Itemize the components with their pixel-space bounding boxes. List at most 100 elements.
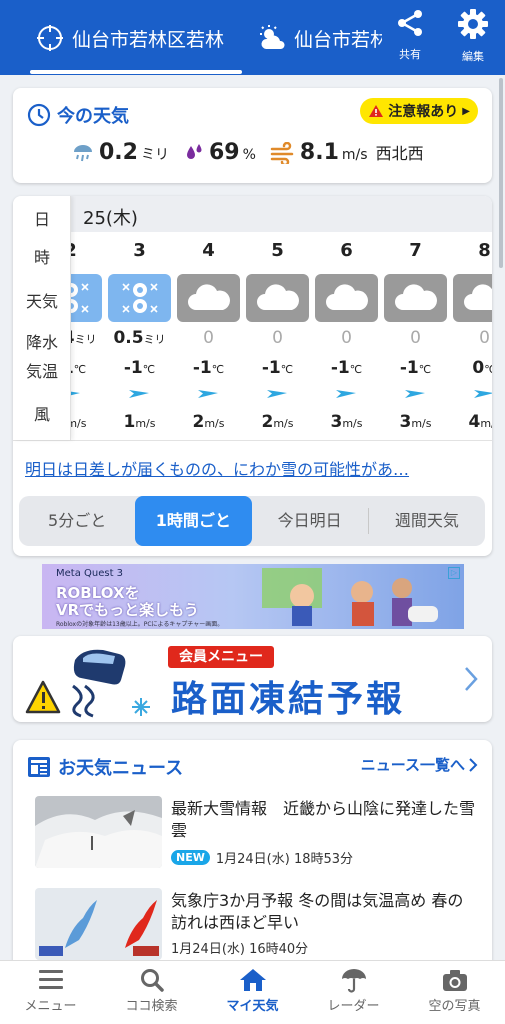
wind-arrow-icon	[243, 384, 312, 406]
wind-arrow-icon	[174, 384, 243, 406]
current-weather-values: 0.2 ミリ 69% 8.1 m/s 西北西	[71, 140, 424, 165]
home-icon	[239, 967, 267, 993]
ad-line-2: VRでもっと楽しもう	[56, 601, 199, 619]
wind-direction: 西北西	[375, 144, 424, 163]
ad-choices-icon[interactable]: ▷	[448, 567, 460, 579]
cloud-icon	[315, 274, 378, 322]
humidity-drops-icon	[183, 142, 205, 164]
road-freeze-banner[interactable]: 会員メニュー 路面凍結予報	[13, 636, 492, 722]
umbrella-icon	[340, 967, 368, 993]
precip-cell: 0	[203, 328, 214, 348]
ad-brand: Meta Quest 3	[56, 568, 124, 579]
cloud-icon	[384, 274, 447, 322]
cloud-icon	[177, 274, 240, 322]
interval-segmented-control: 5分ごと 1時間ごと 今日明日 週間天気	[19, 496, 485, 546]
news-thumbnail-forecast-map	[35, 888, 162, 960]
member-menu-badge: 会員メニュー	[168, 646, 274, 668]
wind-speed-cell: 3m/s	[330, 412, 363, 432]
crosshair-icon	[36, 24, 64, 52]
cloud-icon	[453, 274, 492, 322]
news-list-link[interactable]: ニュース一覧へ	[361, 754, 478, 775]
nav-my-weather[interactable]: マイ天気	[202, 961, 303, 1024]
news-item[interactable]: 気象庁3か月予報 冬の間は気温高め 春の訪れは西ほど早い 1月24日(水) 16…	[35, 888, 475, 962]
nav-menu[interactable]: メニュー	[0, 961, 101, 1024]
precip-unit: ミリ	[140, 147, 169, 163]
wind-speed-cell: 2m/s	[192, 412, 225, 432]
news-thumbnail-snow	[35, 796, 162, 868]
row-label-day: 日	[33, 210, 50, 229]
warning-button[interactable]: 注意報あり ▶	[360, 98, 478, 124]
segment-5min[interactable]: 5分ごと	[19, 496, 135, 546]
location-tab-1[interactable]: 仙台市若林区若林	[36, 18, 241, 58]
news-date: 1月24日(水) 16時40分	[171, 942, 309, 957]
wind-icon	[270, 141, 296, 164]
hour-column: 8 0 0℃ 4m/s	[450, 232, 492, 440]
row-label-hour: 時	[33, 248, 50, 267]
temp-cell: 0℃	[472, 358, 492, 378]
gear-icon	[457, 8, 489, 44]
hour-label: 7	[409, 240, 422, 261]
nav-sky-photos[interactable]: 空の写真	[404, 961, 505, 1024]
humidity-unit: %	[242, 147, 256, 163]
hour-column: 7 0 -1℃ 3m/s	[381, 232, 450, 440]
row-label-precip: 降水	[25, 333, 58, 352]
temp-cell: -1℃	[192, 358, 225, 378]
news-title: 気象庁3か月予報 冬の間は気温高め 春の訪れは西ほど早い	[171, 891, 464, 932]
scrollbar[interactable]	[499, 78, 503, 268]
row-label-weather: 天気	[25, 292, 58, 311]
row-label-temp: 気温	[25, 362, 58, 381]
precip-cell: 0	[272, 328, 283, 348]
hour-label: 8	[478, 240, 491, 261]
precip-cell: 0	[410, 328, 421, 348]
share-button[interactable]: 共有	[388, 8, 432, 64]
wind-unit: m/s	[341, 147, 368, 163]
precip-value: 0.2	[99, 140, 138, 165]
news-meta: NEW 1月24日(水) 18時53分	[171, 848, 353, 867]
weather-news-card: お天気ニュース ニュース一覧へ 最新大雪情報 近畿から山陰に発達した雪雲 NEW…	[13, 740, 492, 970]
wind-arrow-icon	[450, 384, 492, 406]
road-freeze-title: 路面凍結予報	[171, 679, 406, 720]
temp-cell: -1℃	[399, 358, 432, 378]
nav-radar[interactable]: レーダー	[303, 961, 404, 1024]
wind-arrow-icon	[312, 384, 381, 406]
warning-triangle-icon	[368, 104, 384, 118]
ad-note: Robloxの対象年齢は13歳以上。PCによるキャプチャー画面。	[56, 621, 224, 628]
warning-car-illustration	[23, 642, 163, 718]
current-weather-card[interactable]: 今の天気 注意報あり ▶ 0.2 ミリ 69% 8.1 m/s 西北西	[13, 88, 492, 183]
hourly-forecast-card: 25(木) 20.4ミリ-1℃1m/s30.5ミリ-1℃1m/s40-1℃2m/…	[13, 196, 492, 556]
segment-1hour[interactable]: 1時間ごと	[135, 496, 252, 546]
chevron-right-icon: ▶	[462, 105, 470, 117]
wind-speed-cell: 2m/s	[261, 412, 294, 432]
wind-arrow-icon	[105, 384, 174, 406]
location-tab-1-label: 仙台市若林区若林	[72, 28, 225, 51]
new-badge: NEW	[171, 850, 210, 865]
news-title: 最新大雪情報 近畿から山陰に発達した雪雲	[171, 799, 476, 840]
wind-speed-cell: 4m/s	[468, 412, 493, 432]
search-icon	[139, 967, 165, 993]
wind-speed-cell: 1m/s	[123, 412, 156, 432]
temp-cell: -1℃	[261, 358, 294, 378]
snow-icon	[108, 274, 171, 322]
chevron-right-icon	[469, 757, 478, 772]
bottom-navigation: メニュー ココ検索 マイ天気 レーダー 空の写真	[0, 960, 505, 1024]
row-labels: 日 時 天気 降水 気温 風	[13, 196, 71, 440]
forecast-summary-link[interactable]: 明日は日差しが届くものの、にわか雪の可能性があ…	[25, 456, 487, 480]
hour-label: 6	[340, 240, 353, 261]
cloud-icon	[246, 274, 309, 322]
temp-cell: -1℃	[123, 358, 156, 378]
divider	[13, 440, 492, 441]
umbrella-rain-icon	[71, 141, 95, 165]
precip-cell: 0	[341, 328, 352, 348]
news-item[interactable]: 最新大雪情報 近畿から山陰に発達した雪雲 NEW 1月24日(水) 18時53分	[35, 796, 475, 870]
segment-weekly[interactable]: 週間天気	[369, 496, 485, 546]
segment-today-tomorrow[interactable]: 今日明日	[252, 496, 368, 546]
ad-banner[interactable]: Meta Quest 3 ROBLOXを VRでもっと楽しもう Robloxの対…	[42, 564, 464, 629]
edit-button[interactable]: 編集	[451, 8, 495, 64]
row-label-wind: 風	[33, 405, 50, 424]
nav-search[interactable]: ココ検索	[101, 961, 202, 1024]
location-tab-2-label: 仙台市若林区若林	[294, 28, 382, 51]
location-tab-2[interactable]: 仙台市若林区若林	[258, 18, 382, 58]
chevron-right-icon	[464, 666, 478, 696]
precip-cell: 0.5ミリ	[113, 328, 166, 348]
news-date: 1月24日(水) 18時53分	[215, 852, 354, 867]
